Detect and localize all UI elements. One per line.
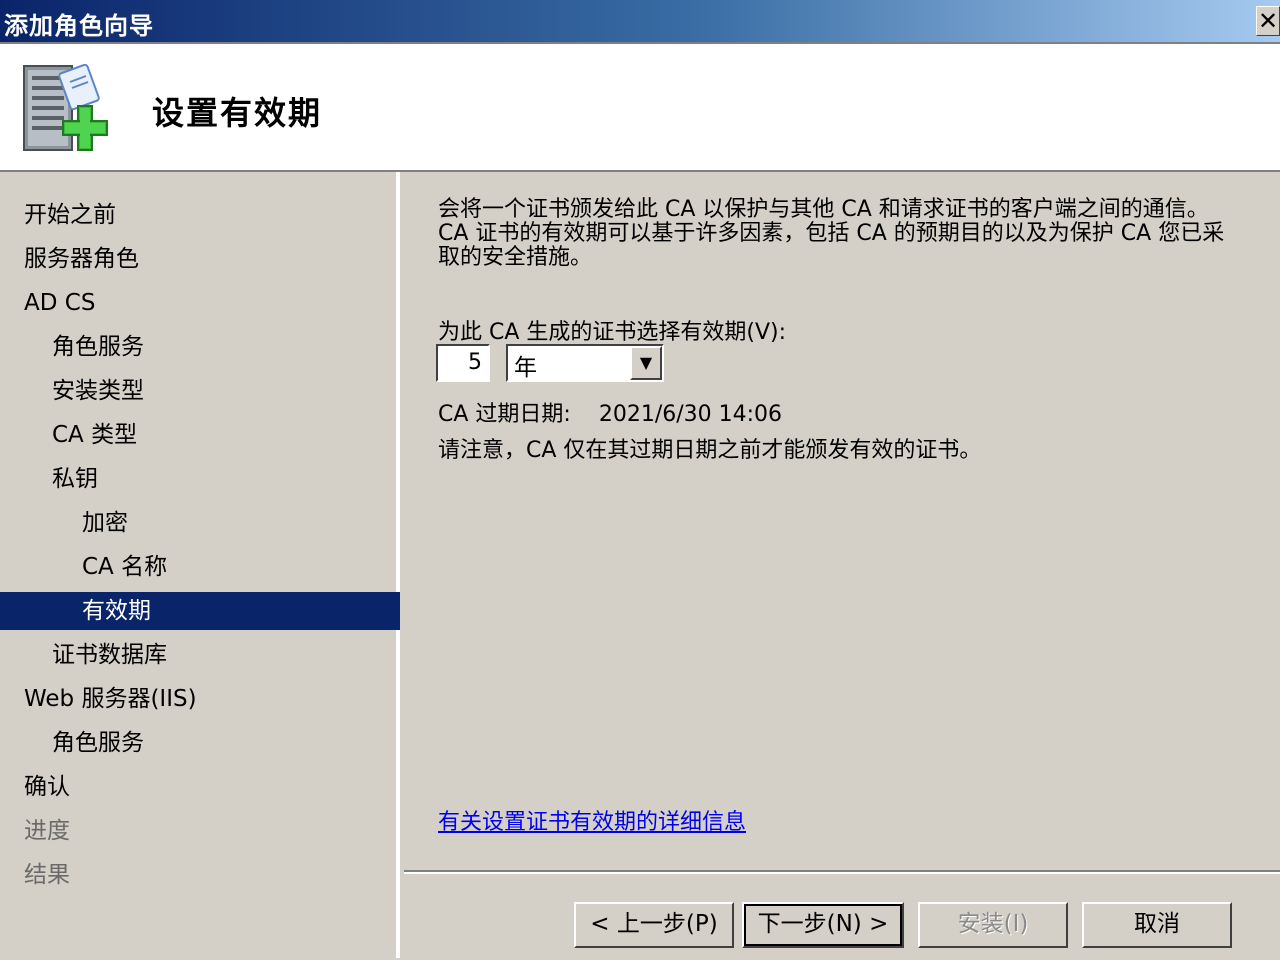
nav-item-cryptography[interactable]: 加密 [0, 504, 400, 542]
nav-item-iis-role-services[interactable]: 角色服务 [0, 724, 400, 762]
nav-item-ad-cs[interactable]: AD CS [0, 284, 400, 322]
nav-item-confirmation[interactable]: 确认 [0, 768, 400, 806]
nav-item-validity-period[interactable]: 有效期 [0, 592, 400, 630]
nav-item-web-server-iis[interactable]: Web 服务器(IIS) [0, 680, 400, 718]
button-bar: < 上一步(P) 下一步(N) > 安装(I) 取消 [404, 870, 1280, 960]
server-add-role-icon [23, 63, 108, 151]
validity-period-input[interactable]: 5 [436, 344, 490, 382]
nav-item-setup-type[interactable]: 安装类型 [0, 372, 400, 410]
expiry-label: CA 过期日期: [438, 402, 571, 427]
validity-period-label: 为此 CA 生成的证书选择有效期(V): [438, 320, 787, 345]
back-button[interactable]: < 上一步(P) [574, 902, 734, 948]
nav-item-progress: 进度 [24, 818, 70, 844]
cancel-button[interactable]: 取消 [1082, 902, 1232, 948]
nav-item-ca-type[interactable]: CA 类型 [0, 416, 400, 454]
nav-item-private-key[interactable]: 私钥 [0, 460, 400, 498]
validity-unit-value: 年 [514, 355, 537, 381]
nav-item-ca-name[interactable]: CA 名称 [0, 548, 400, 586]
nav-item-role-services[interactable]: 角色服务 [0, 328, 400, 366]
install-button: 安装(I) [918, 902, 1068, 948]
nav-item-before-you-begin[interactable]: 开始之前 [0, 196, 400, 234]
wizard-content: 会将一个证书颁发给此 CA 以保护与其他 CA 和请求证书的客户端之间的通信。C… [404, 172, 1280, 870]
nav-item-server-roles[interactable]: 服务器角色 [0, 240, 400, 278]
page-title: 设置有效期 [152, 94, 323, 132]
title-bar: 添加角色向导 ✕ [0, 0, 1280, 44]
expiry-row: CA 过期日期: 2021/6/30 14:06 [438, 396, 782, 428]
expiry-value: 2021/6/30 14:06 [598, 402, 783, 427]
wizard-step-nav: 开始之前 服务器角色 AD CS 角色服务 安装类型 CA 类型 私钥 加密 C… [0, 172, 400, 958]
description-text: 会将一个证书颁发给此 CA 以保护与其他 CA 和请求证书的客户端之间的通信。C… [438, 197, 1225, 270]
wizard-header: 设置有效期 [0, 44, 1280, 172]
more-info-link[interactable]: 有关设置证书有效期的详细信息 [438, 804, 746, 836]
window-title: 添加角色向导 [4, 12, 154, 40]
validity-unit-select[interactable]: 年 ▼ [506, 344, 664, 382]
nav-item-results: 结果 [24, 862, 70, 888]
nav-item-certificate-database[interactable]: 证书数据库 [0, 636, 400, 674]
next-button[interactable]: 下一步(N) > [742, 902, 904, 948]
close-button[interactable]: ✕ [1256, 6, 1280, 36]
expiry-note: 请注意，CA 仅在其过期日期之前才能颁发有效的证书。 [438, 438, 982, 463]
dropdown-arrow-icon[interactable]: ▼ [630, 346, 662, 380]
